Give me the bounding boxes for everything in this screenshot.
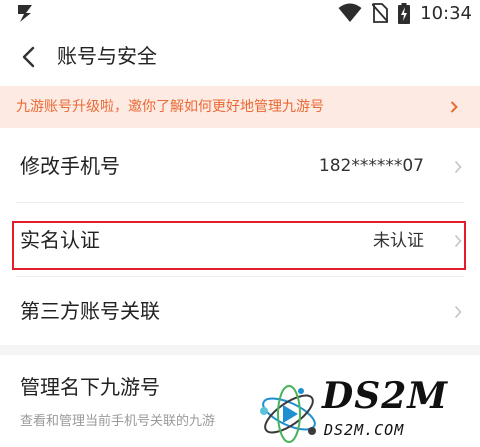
highlight-box (12, 221, 466, 270)
app-header: 账号与安全 (0, 34, 480, 78)
atom-logo-icon (260, 385, 316, 443)
watermark-domain: DS2M.COM (324, 421, 405, 439)
no-sim-icon (372, 3, 389, 23)
section-gap (0, 345, 480, 355)
chevron-right-icon (454, 160, 462, 174)
banner-text: 九游账号升级啦，邀你了解如何更好地管理九游号 (16, 99, 324, 115)
status-bar: 10:34 (0, 0, 480, 26)
status-time: 10:34 (420, 2, 472, 24)
watermark-brand: DS2M (322, 375, 449, 417)
manage-accounts-description: 查看和管理当前手机号关联的九游 (20, 414, 216, 429)
change-phone-row[interactable]: 修改手机号 182******07 (0, 130, 480, 200)
manage-accounts-title: 管理名下九游号 (20, 375, 160, 399)
app-logo-icon (18, 5, 32, 22)
divider (16, 276, 464, 277)
third-party-label: 第三方账号关联 (20, 299, 160, 323)
back-arrow-icon[interactable] (14, 40, 48, 74)
phone-number-value: 182******07 (318, 156, 424, 176)
chevron-right-icon (454, 305, 462, 319)
change-phone-label: 修改手机号 (20, 154, 120, 178)
divider (16, 202, 464, 203)
wifi-icon (338, 3, 362, 22)
upgrade-banner[interactable]: 九游账号升级啦，邀你了解如何更好地管理九游号 (0, 86, 480, 128)
chevron-right-icon (450, 101, 458, 113)
page-title: 账号与安全 (57, 44, 157, 68)
battery-charging-icon (398, 2, 411, 24)
watermark: DS2M DS2M.COM (254, 375, 480, 447)
third-party-accounts-row[interactable]: 第三方账号关联 (0, 278, 480, 348)
